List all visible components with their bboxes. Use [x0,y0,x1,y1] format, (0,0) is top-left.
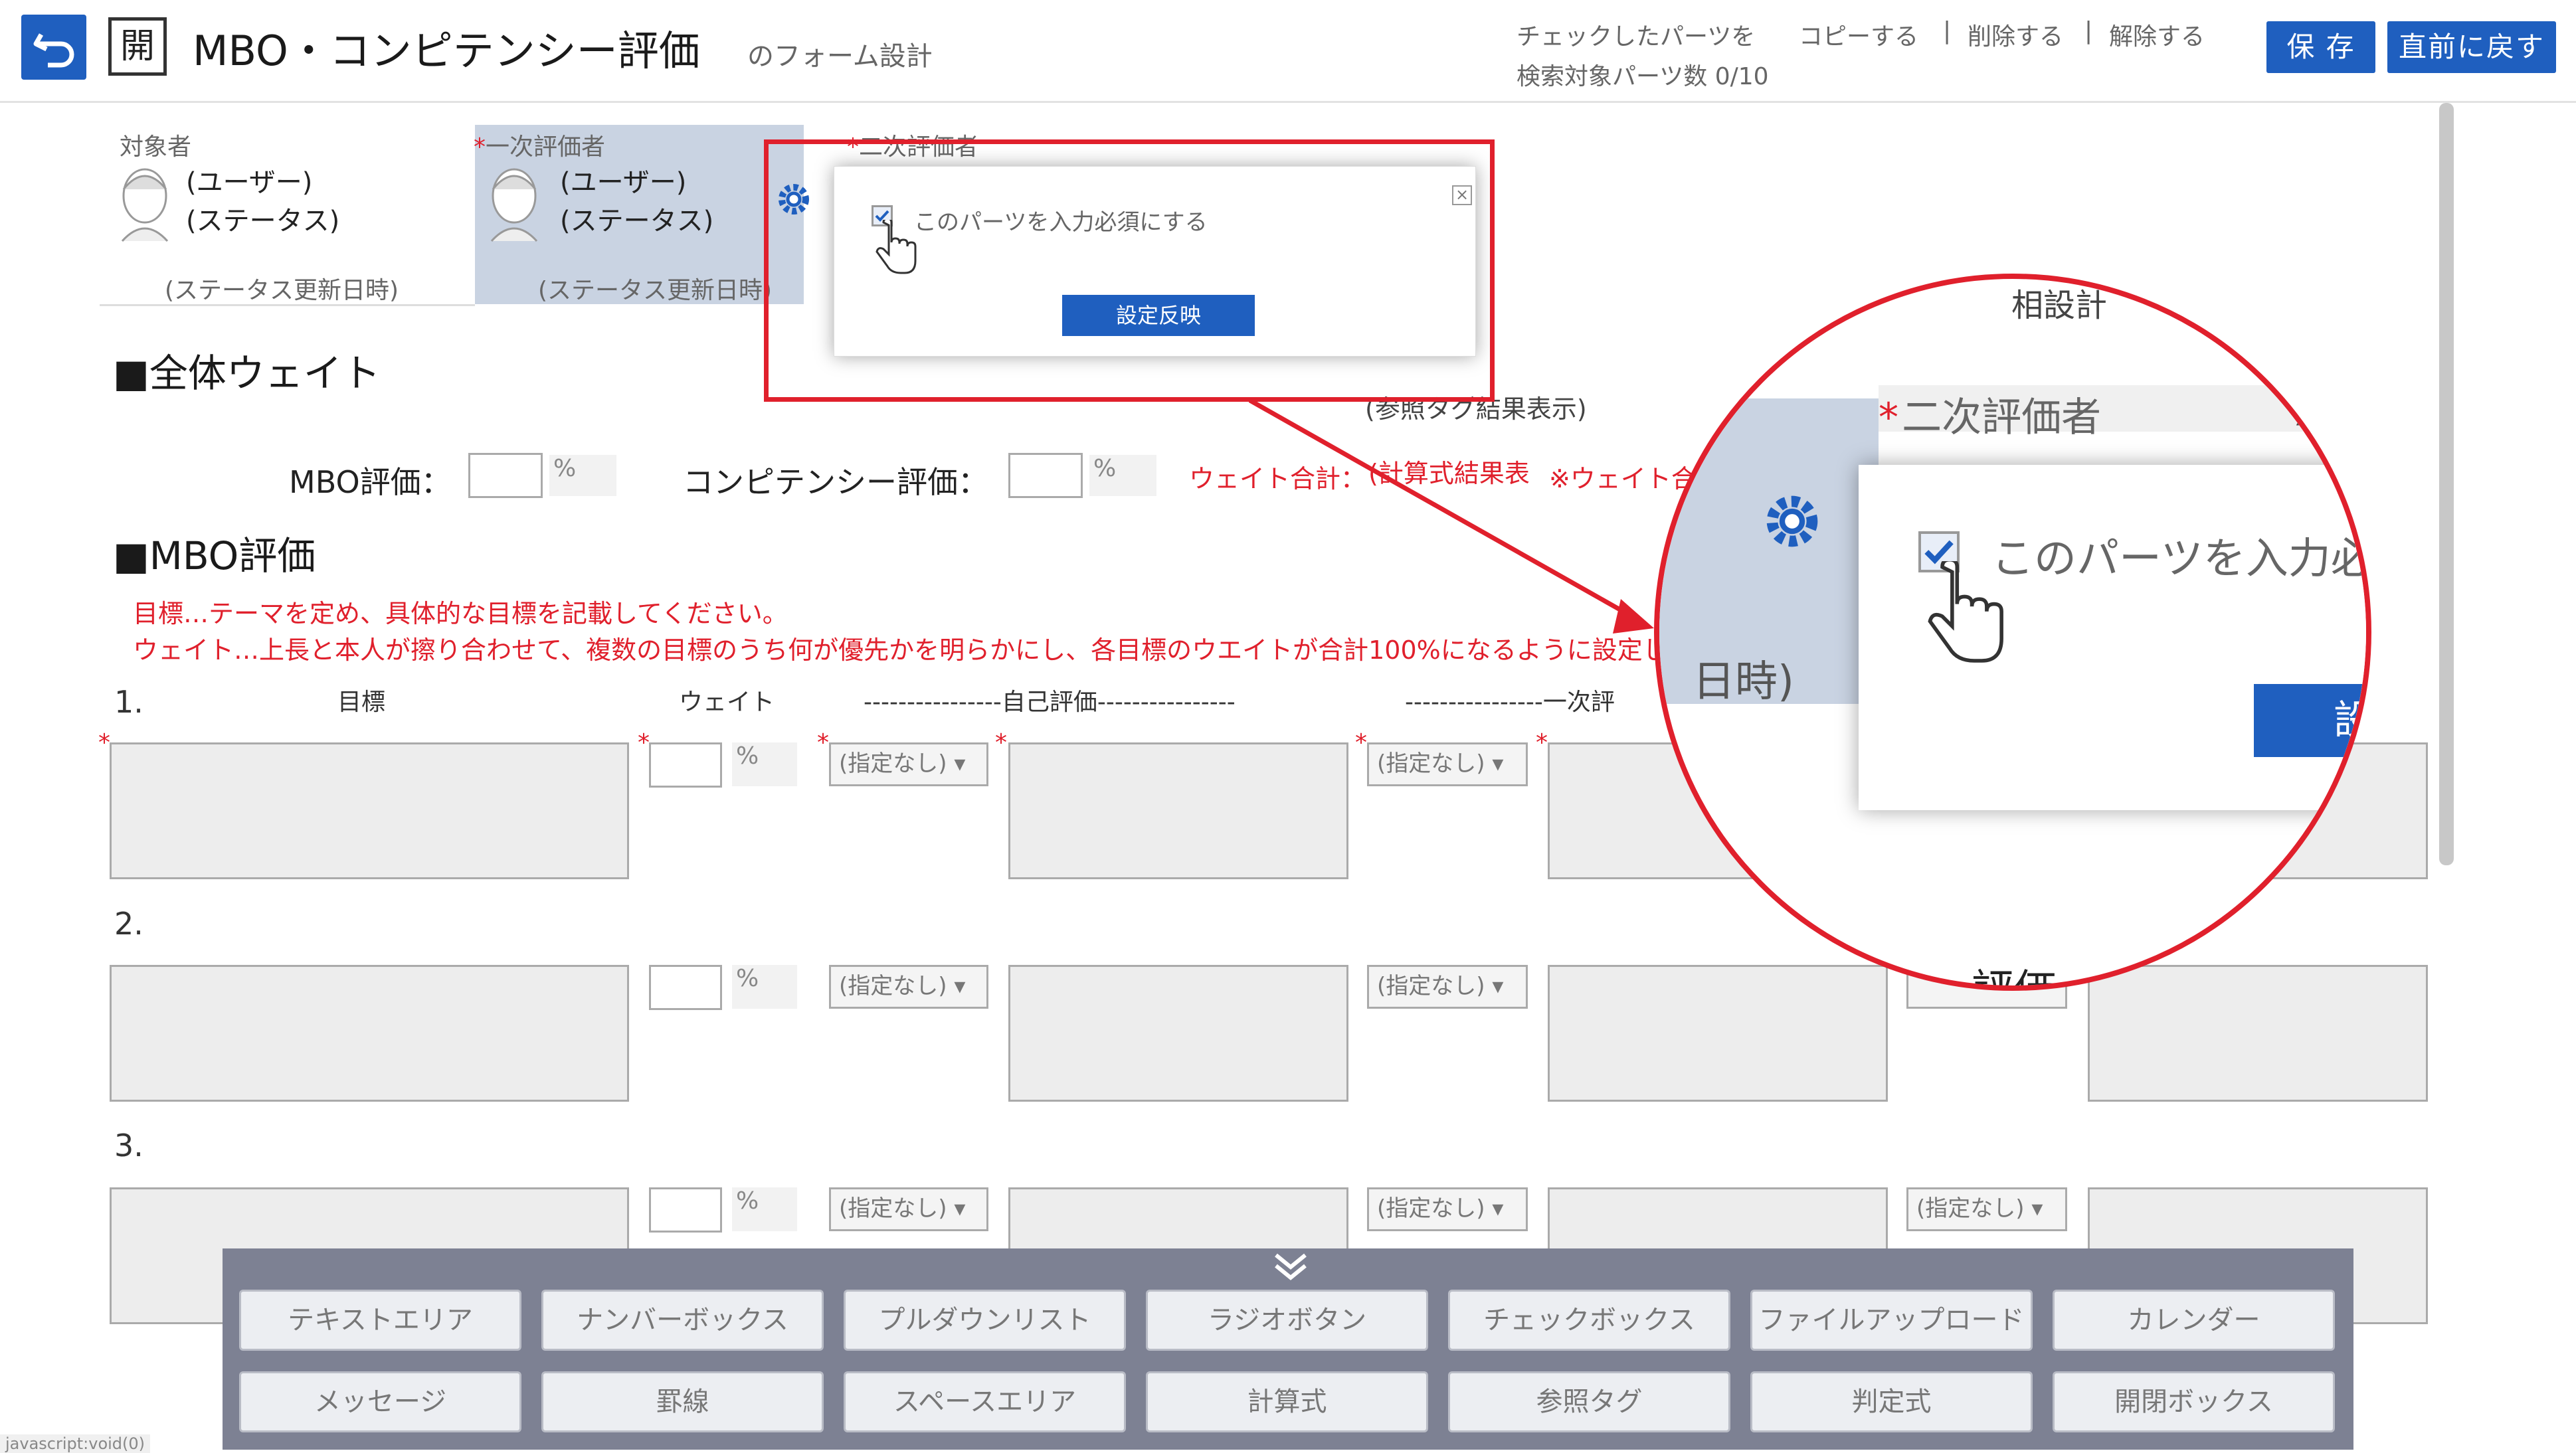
status-bar: javascript:void(0) [0,1434,151,1453]
zoom-checkbox-label: このパーツを入力必 [1991,535,2371,584]
part-formula-button[interactable]: 計算式 [1146,1371,1428,1432]
instruction-text: 目標…テーマを定め、具体的な目標を記載してください。 [133,599,788,628]
self-eval-select[interactable]: (指定なし) ▾ [829,965,988,1009]
goal-textarea[interactable] [110,965,629,1102]
user-label: (ユーザー) [186,167,313,198]
required-mark: * [1536,729,1548,756]
user-label: (ユーザー) [560,167,687,198]
avatar-icon [121,168,169,242]
undo-arrow-icon [33,33,74,68]
avatar-icon [490,168,538,242]
status-date: (ステータス更新日時) [538,277,773,304]
row-number: 3. [114,1128,143,1163]
first-evaluator-label: *一次評価者 [474,133,606,161]
required-mark: * [1355,729,1367,756]
zoom-magnifier: 日時) * 二次評価者 相設計 ) このパーツを入力必 設 評価 [1654,274,2371,991]
search-count: 検索対象パーツ数 0/10 [1517,63,1769,90]
first-eval-comment[interactable] [1548,965,1888,1102]
column-header-first: ----------------一次評 [1405,689,1615,716]
gear-icon [1766,495,1818,547]
required-mark: * [995,729,1007,756]
first-eval-select[interactable]: (指定なし) ▾ [1367,965,1528,1009]
callout-arrow [1249,397,1654,634]
mbo-weight-input[interactable] [468,453,543,498]
weight-heading: ■全体ウェイト [113,351,381,396]
delete-link[interactable]: 削除する [1968,17,2063,52]
status-label: (ステータス) [560,206,714,236]
highlight-frame [764,139,1495,402]
release-link[interactable]: 解除する [2109,17,2205,52]
back-button[interactable] [21,15,86,80]
percent-label: % [1089,455,1156,496]
part-numberbox-button[interactable]: ナンバーボックス [541,1290,824,1351]
second-eval-select[interactable]: (指定なし) ▾ [1906,1187,2067,1231]
self-eval-select[interactable]: (指定なし) ▾ [829,1187,988,1231]
part-judge-button[interactable]: 判定式 [1750,1371,2033,1432]
save-button[interactable]: 保 存 [2266,21,2375,73]
revert-button[interactable]: 直前に戻す [2387,21,2556,73]
comp-weight-label: コンピテンシー評価： [683,464,988,500]
first-eval-select[interactable]: (指定なし) ▾ [1367,742,1528,786]
part-calendar-button[interactable]: カレンダー [2053,1290,2335,1351]
column-header-weight: ウェイト [679,689,775,716]
separator: | [2084,17,2093,44]
part-pulldown-button[interactable]: プルダウンリスト [844,1290,1126,1351]
required-mark: * [817,729,829,756]
double-chevron-down-icon[interactable] [1272,1252,1309,1282]
part-rule-button[interactable]: 罫線 [541,1371,824,1432]
weight-input[interactable] [649,742,722,788]
part-reftag-button[interactable]: 参照タグ [1448,1371,1730,1432]
target-label: 対象者 [120,133,192,161]
page-title: MBO・コンピテンシー評価 [193,27,700,75]
self-eval-comment[interactable] [1008,742,1348,879]
mbo-weight-label: MBO評価： [289,464,452,500]
vertical-scrollbar[interactable] [2439,103,2454,865]
row-number: 2. [114,906,143,942]
divider [100,304,475,306]
required-mark: * [98,729,110,756]
part-checkbox-button[interactable]: チェックボックス [1448,1290,1730,1351]
page-subtitle: のフォーム設計 [747,41,933,72]
zoom-paren: ) [2294,392,2306,429]
weight-input[interactable] [649,1187,722,1233]
percent-label: % [732,965,797,1009]
comp-weight-input[interactable] [1008,453,1083,498]
second-eval-comment[interactable] [2088,965,2428,1102]
checked-parts-label: チェックしたパーツを [1517,23,1756,50]
status-label: (ステータス) [186,206,340,236]
parts-palette: テキストエリア ナンバーボックス プルダウンリスト ラジオボタン チェックボック… [223,1248,2353,1450]
part-space-button[interactable]: スペースエリア [844,1371,1126,1432]
goal-textarea[interactable] [110,742,629,879]
percent-label: % [549,455,616,496]
header-divider [0,101,2576,103]
self-eval-select[interactable]: (指定なし) ▾ [829,742,988,786]
percent-label: % [732,742,797,786]
zoom-date-fragment: 日時) [1693,657,1794,707]
copy-link[interactable]: コピーする [1799,17,1918,52]
part-message-button[interactable]: メッセージ [239,1371,521,1432]
zoom-eval-fragment: 評価 [1972,966,2057,991]
open-toggle-button[interactable]: 開 [108,17,167,76]
percent-label: % [732,1187,797,1231]
hand-cursor-icon [1928,561,2003,663]
self-eval-comment[interactable] [1008,965,1348,1102]
part-radio-button[interactable]: ラジオボタン [1146,1290,1428,1351]
zoom-apply-button: 設 [2254,684,2366,757]
separator: | [1943,17,1952,44]
part-textarea-button[interactable]: テキストエリア [239,1290,521,1351]
mbo-heading: ■MBO評価 [113,533,316,578]
part-collapse-box-button[interactable]: 開閉ボックス [2053,1371,2335,1432]
column-header-goal: 目標 [337,689,386,716]
weight-input[interactable] [649,965,722,1010]
row-number: 1. [114,684,143,720]
first-eval-select[interactable]: (指定なし) ▾ [1367,1187,1528,1231]
zoom-popup: このパーツを入力必 設 [1859,465,2371,810]
part-fileupload-button[interactable]: ファイルアップロード [1750,1290,2033,1351]
required-mark: * [638,729,650,756]
status-date: (ステータス更新日時) [165,277,399,304]
column-header-self: ----------------自己評価---------------- [864,689,1236,716]
zoom-top-fragment: 相設計 [2011,287,2108,324]
